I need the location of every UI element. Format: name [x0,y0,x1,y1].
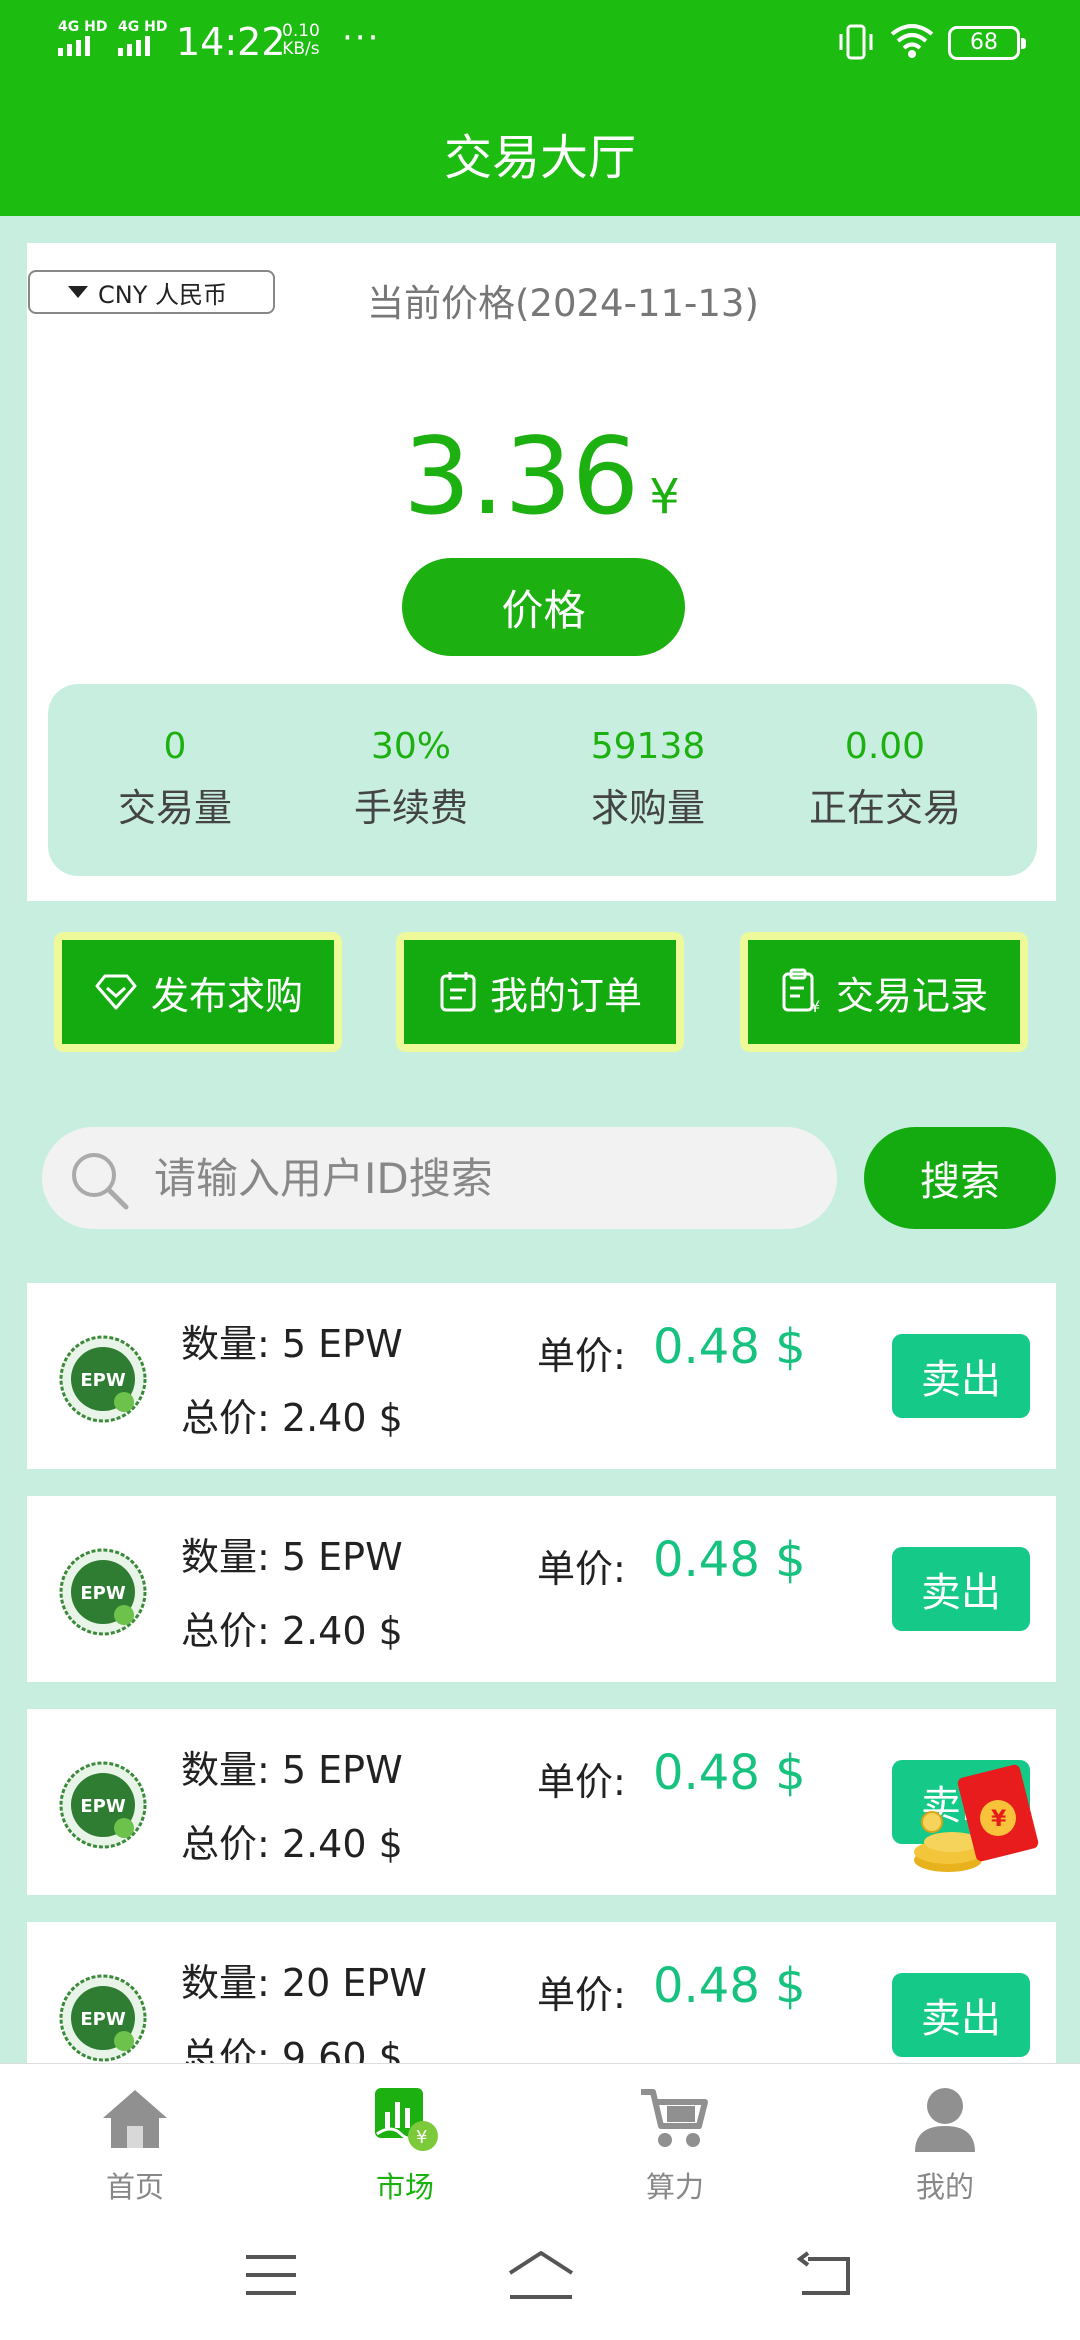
price-value: 3.36 [403,415,640,538]
epw-badge-icon: EPW [59,1548,147,1636]
caret-down-icon [68,286,88,298]
price-date-label: 当前价格(2024-11-13) [367,282,759,325]
signal-2-icon: 4G HD [118,20,167,56]
search-box [42,1127,837,1229]
tab-market[interactable]: ¥ 市场 [305,2084,505,2206]
unit-price-value: 0.48 $ [653,1532,806,1588]
tab-home[interactable]: 首页 [35,2084,235,2206]
unit-price-value: 0.48 $ [653,1745,806,1801]
svg-text:EPW: EPW [80,2009,125,2030]
more-notifications-icon: ··· [342,18,381,58]
wifi-icon [888,20,936,64]
svg-text:¥: ¥ [416,2127,427,2148]
status-bar: 4G HD 4G HD 14:22 0.10 KB/s ··· 68 [0,0,1080,90]
order-total: 总价: 2.40 $ [181,1822,403,1866]
svg-text:¥: ¥ [810,997,820,1016]
stat-trading: 0.00 正在交易 [808,726,961,830]
page-title: 交易大厅 [443,130,636,186]
market-chart-icon: ¥ [375,2088,438,2151]
sell-button[interactable]: 卖出 [892,1334,1030,1418]
currency-selector[interactable]: CNY 人民币 [28,270,275,314]
order-row: EPW 数量: 5 EPW 总价: 2.40 $ 单价: 0.48 $ 卖出 [27,1709,1056,1895]
status-time: 14:22 [176,20,286,64]
order-quantity: 数量: 5 EPW [181,1535,403,1579]
app-header: 4G HD 4G HD 14:22 0.10 KB/s ··· 68 交易大厅 [0,0,1080,216]
diamond-icon [95,974,137,1010]
stat-fee: 30% 手续费 [353,726,468,830]
unit-price-value: 0.48 $ [653,1319,806,1375]
home-nav-icon[interactable] [506,2249,576,2301]
unit-price-label: 单价: [537,1547,626,1591]
vibrate-icon [836,22,876,66]
order-quantity: 数量: 5 EPW [181,1748,403,1792]
stat-buy-volume: 59138 求购量 [590,726,706,830]
order-row: EPW 数量: 5 EPW 总价: 2.40 $ 单价: 0.48 $ 卖出 [27,1283,1056,1469]
order-total: 总价: 2.40 $ [181,1609,403,1653]
price-unit: ¥ [649,469,680,525]
red-packet-icon: ¥ [914,1764,1039,1872]
order-total: 总价: 9.60 $ [181,2035,403,2063]
svg-text:EPW: EPW [80,1796,125,1817]
order-row: EPW 数量: 5 EPW 总价: 2.40 $ 单价: 0.48 $ 卖出 [27,1496,1056,1682]
home-icon [103,2090,167,2148]
clipboard-list-icon [440,972,476,1012]
trade-records-button[interactable]: ¥ 交易记录 [740,932,1028,1052]
search-input[interactable] [154,1147,814,1209]
order-quantity: 数量: 5 EPW [181,1322,403,1366]
menu-icon[interactable] [244,2253,298,2297]
epw-badge-icon: EPW [59,1761,147,1849]
sell-button[interactable]: 卖出 [892,1973,1030,2057]
current-price: 3.36 ¥ [27,415,1056,538]
search-button[interactable]: 搜索 [864,1127,1056,1229]
signal-1-icon: 4G HD [58,20,107,56]
svg-text:EPW: EPW [80,1370,125,1391]
search-icon [72,1153,129,1210]
user-icon [915,2088,975,2152]
publish-buy-button[interactable]: 发布求购 [54,932,342,1052]
tab-mine[interactable]: 我的 [845,2084,1045,2206]
system-nav-bar [0,2213,1080,2340]
svg-text:¥: ¥ [991,1807,1007,1832]
my-orders-button[interactable]: 我的订单 [396,932,684,1052]
order-quantity: 数量: 20 EPW [181,1961,427,2005]
order-list: EPW 数量: 5 EPW 总价: 2.40 $ 单价: 0.48 $ 卖出 E… [27,1283,1056,2063]
stats-panel: 0 交易量 30% 手续费 59138 求购量 0.00 正在交易 [48,684,1037,876]
price-card: CNY 人民币 当前价格(2024-11-13) 3.36 ¥ 价格 0 交易量 … [27,243,1056,901]
clipboard-yen-icon: ¥ [782,968,820,1016]
net-speed: 0.10 KB/s [282,21,320,59]
svg-text:EPW: EPW [80,1583,125,1604]
unit-price-label: 单价: [537,1334,626,1378]
sell-button[interactable]: 卖出 [892,1547,1030,1631]
unit-price-label: 单价: [537,1973,626,2017]
order-total: 总价: 2.40 $ [181,1396,403,1440]
battery-icon: 68 [948,26,1026,60]
tab-power[interactable]: 算力 [575,2084,775,2206]
epw-badge-icon: EPW [59,1974,147,2062]
unit-price-value: 0.48 $ [653,1958,806,2014]
red-packet-float[interactable]: ¥ [906,1748,1050,1888]
back-icon[interactable] [796,2251,852,2299]
unit-price-label: 单价: [537,1760,626,1804]
stat-volume: 0 交易量 [117,726,232,830]
cart-icon [641,2089,708,2147]
bottom-tab-bar: 首页 ¥ 市场 算力 我的 [0,2063,1080,2213]
price-button[interactable]: 价格 [402,558,685,656]
order-row: EPW 数量: 20 EPW 总价: 9.60 $ 单价: 0.48 $ 卖出 [27,1922,1056,2063]
epw-badge-icon: EPW [59,1335,147,1423]
